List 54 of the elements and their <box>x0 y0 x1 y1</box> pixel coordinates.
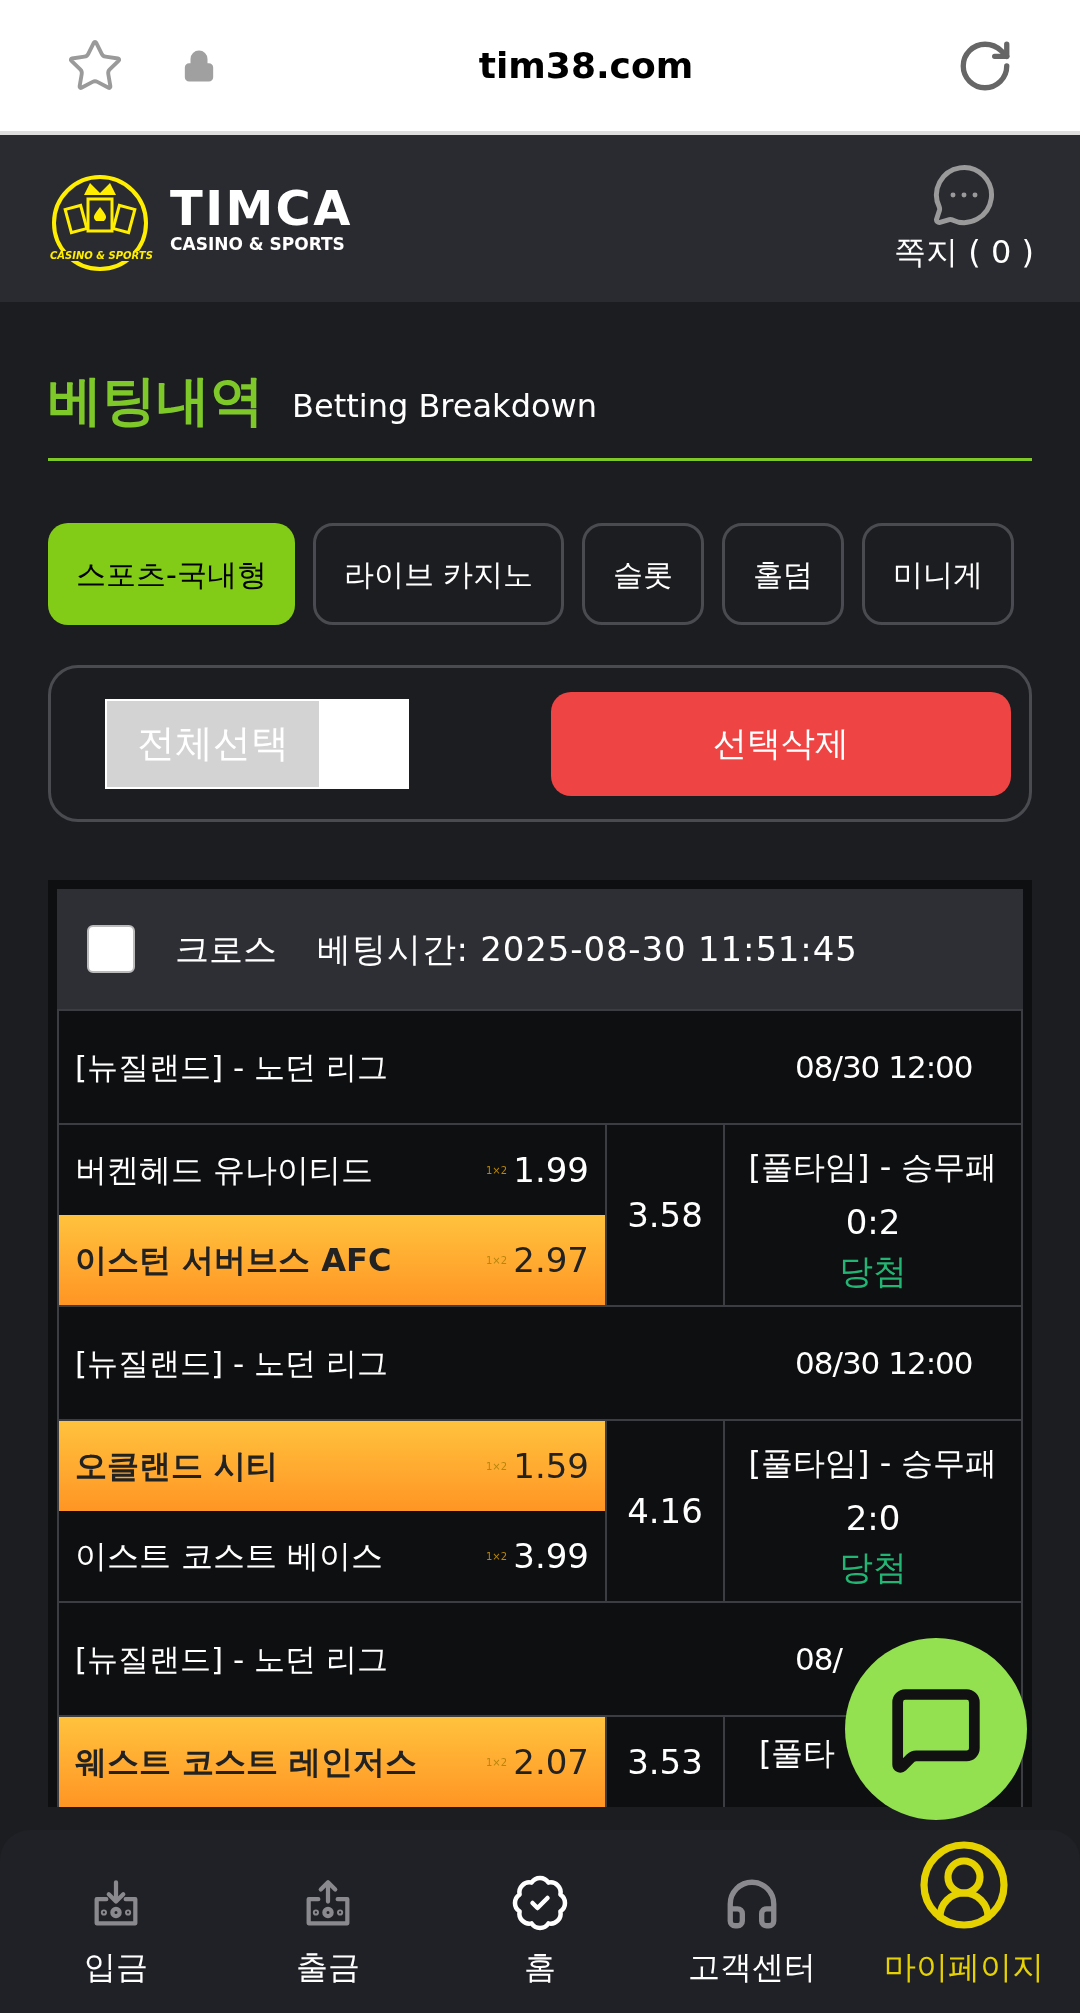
lock-icon <box>182 48 216 83</box>
market-name: [풀타임] - 승무패 <box>748 1146 998 1188</box>
logo-title: TIMCA <box>170 184 353 232</box>
league-name: [뉴질랜드] - 노던 리그 <box>75 1343 388 1383</box>
team-name: 이스트 코스트 베이스 <box>75 1536 385 1577</box>
logo-subtitle: CASINO & SPORTS <box>170 236 346 253</box>
nav-item[interactable]: 마이페이지 <box>864 1836 1064 2007</box>
match-time: 08/30 12:00 <box>795 1047 974 1087</box>
result-label: 당첨 <box>839 1253 907 1288</box>
nav-item[interactable]: 입금 <box>16 1836 216 2007</box>
category-tab[interactable]: 미니게 <box>862 523 1015 625</box>
delete-selected-button[interactable]: 선택삭제 <box>551 691 1011 796</box>
category-tab[interactable]: 스포츠-국내형 <box>48 523 295 625</box>
page-title: 베팅내역 <box>48 374 264 428</box>
total-odds: 3.58 <box>627 1193 703 1237</box>
select-all-checkbox[interactable] <box>319 700 407 787</box>
market-tag: 1×2 <box>485 1754 507 1770</box>
market-tag: 1×2 <box>485 1162 507 1178</box>
category-tab[interactable]: 슬롯 <box>582 523 705 625</box>
match-score: 2:0 <box>845 1496 901 1540</box>
team-name: 이스턴 서버브스 AFC <box>75 1240 393 1281</box>
market-tag: 1×2 <box>485 1548 507 1564</box>
match-time: 08/ <box>795 1639 844 1679</box>
market-tag: 1×2 <box>485 1252 507 1268</box>
match-time: 08/30 12:00 <box>795 1343 974 1383</box>
category-tab[interactable]: 홀덤 <box>722 523 845 625</box>
result-label: 당첨 <box>839 1549 907 1584</box>
url-text[interactable]: tim38.com <box>478 38 694 93</box>
bet-type: 크로스 <box>175 927 277 971</box>
league-name: [뉴질랜드] - 노던 리그 <box>75 1639 388 1679</box>
nav-item[interactable]: 홈 <box>440 1836 640 2007</box>
market-tag: 1×2 <box>485 1458 507 1474</box>
team-odds: 3.99 <box>513 1534 589 1578</box>
nav-item[interactable]: 출금 <box>228 1836 428 2007</box>
messages-button[interactable]: 쪽지 ( 0 ) <box>894 161 1034 276</box>
league-name: [뉴질랜드] - 노던 리그 <box>75 1047 388 1087</box>
team-name: 오클랜드 시티 <box>75 1446 280 1487</box>
team-odds: 1.99 <box>513 1148 589 1192</box>
logo-badge-text: CASINO & SPORTS <box>48 250 155 261</box>
market-name: [풀타임] - 승무패 <box>748 1442 998 1484</box>
bet-checkbox[interactable] <box>87 925 135 973</box>
team-name: 버켄헤드 유나이티드 <box>75 1150 375 1191</box>
team-odds: 1.59 <box>513 1444 589 1488</box>
market-name: [풀타 <box>759 1733 836 1774</box>
bet-time: 베팅시간: 2025-08-30 11:51:45 <box>317 927 858 971</box>
team-odds: 2.97 <box>513 1238 589 1282</box>
page-subtitle: Betting Breakdown <box>292 390 597 427</box>
total-odds: 4.16 <box>627 1489 703 1533</box>
team-name: 웨스트 코스트 레인저스 <box>75 1742 419 1783</box>
team-odds: 2.07 <box>513 1740 589 1784</box>
total-odds: 3.53 <box>627 1740 703 1784</box>
match-score: 0:2 <box>845 1200 901 1244</box>
nav-item[interactable]: 고객센터 <box>652 1836 852 2007</box>
category-tab[interactable]: 라이브 카지노 <box>312 523 565 625</box>
